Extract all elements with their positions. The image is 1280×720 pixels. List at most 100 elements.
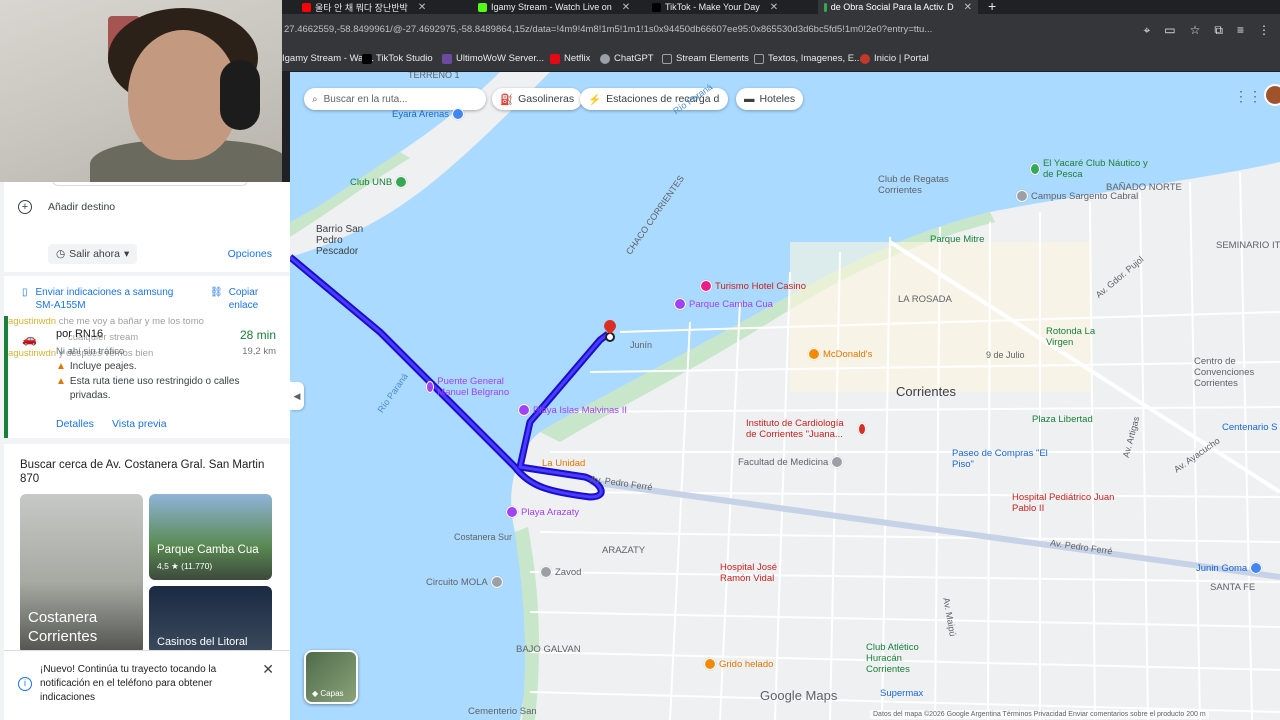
close-tab-icon[interactable]: ✕ [622, 2, 630, 13]
copy-link-button[interactable]: ⛓ Copiar enlace [210, 286, 280, 312]
poi-pin-icon [704, 658, 716, 670]
poi[interactable]: Playa Arazaty [506, 506, 579, 518]
extensions-icon[interactable]: ⧉ [1214, 23, 1223, 38]
layers-button[interactable]: ◆ Capas [304, 650, 358, 704]
tab-3[interactable]: TikTok - Make Your Day ✕ [652, 0, 812, 14]
poi[interactable]: Facultad de Medicina [738, 456, 844, 468]
map-label: 9 de Julio [986, 350, 1025, 360]
chatgpt-icon [600, 53, 610, 64]
bookmarks-bar: Igamy Stream - Wat... TikTok Studio Ulti… [282, 48, 1280, 72]
bookmark-2[interactable]: TikTok Studio [362, 53, 433, 64]
poi[interactable]: Plaza Libertad [1032, 414, 1093, 425]
poi[interactable]: Grido helado [704, 658, 773, 670]
google-maps-logo: Google Maps [760, 688, 838, 703]
new-tab-button[interactable]: + [988, 0, 996, 14]
poi[interactable]: Campus Sargento Cabral [1016, 190, 1138, 202]
info-icon: i [18, 677, 32, 691]
poi[interactable]: Zavod [540, 566, 581, 578]
close-tab-icon[interactable]: ✕ [418, 2, 426, 13]
details-link[interactable]: Detalles [56, 418, 94, 430]
location-icon[interactable]: ⌖ [1144, 23, 1151, 38]
poi[interactable]: Club Atlético Huracán Corrientes [866, 642, 936, 675]
avatar[interactable] [1264, 84, 1280, 106]
poi[interactable]: La Unidad [542, 458, 585, 469]
poi[interactable]: Club de Regatas Corrientes [878, 174, 968, 196]
bookmark-5[interactable]: ChatGPT [600, 53, 654, 64]
poi[interactable]: Centro de Convenciones Corrientes [1194, 356, 1280, 389]
map-canvas[interactable]: ⌕ Buscar en la ruta... ⛽ Gasolineras ⚡ Est… [290, 72, 1280, 720]
send-to-phone-button[interactable]: ▯ Enviar indicaciones a samsung SM-A155M [22, 286, 192, 312]
tiktok-icon [362, 53, 372, 64]
url-text[interactable]: 27.4662559,-58.8499961/@-27.4692975,-58.… [284, 24, 1104, 35]
poi[interactable]: Puente General Manuel Belgrano [426, 376, 526, 398]
bookmark-7[interactable]: Textos, Imagenes, E... [754, 53, 862, 64]
address-bar[interactable]: 27.4662559,-58.8499961/@-27.4692975,-58.… [282, 14, 1280, 48]
bookmark-1[interactable]: Igamy Stream - Wat... [282, 53, 374, 64]
poi[interactable]: Rotonda La Virgen [1046, 326, 1106, 348]
poi-pin-icon [395, 176, 408, 188]
bed-icon: ▬ [744, 93, 755, 105]
poi[interactable]: Playa Islas Malvinas II [518, 404, 627, 416]
map-attribution[interactable]: Datos del mapa ©2026 Google Argentina Té… [870, 710, 1209, 719]
chip-hotels[interactable]: ▬ Hoteles [736, 88, 804, 110]
poi[interactable]: Paseo de Compras "El Piso" [952, 448, 1052, 470]
close-tab-icon[interactable]: ✕ [770, 2, 778, 13]
poi[interactable]: Club UNB [350, 176, 408, 188]
close-tab-icon[interactable]: ✕ [964, 2, 972, 13]
menu-icon[interactable]: ⋮ [1258, 23, 1270, 38]
poi[interactable]: Hospital Pediátrico Juan Pablo II [1012, 492, 1118, 514]
map-label: Costanera Sur [454, 532, 513, 542]
media-icon[interactable]: ≡ [1237, 23, 1244, 38]
poi[interactable]: McDonald's [808, 348, 872, 360]
map-label: LA ROSADA [898, 294, 952, 305]
preview-link[interactable]: Vista previa [112, 418, 167, 430]
chat-message: cualquier stream [68, 332, 139, 343]
poi-pin-icon [452, 108, 465, 120]
collapse-panel-button[interactable]: ◀ [290, 382, 304, 410]
destination-card: + Añadir destino ◷ Salir ahora ▾ Opcione… [4, 182, 290, 272]
poi[interactable]: El Yacaré Club Náutico y de Pesca [1030, 158, 1160, 180]
add-destination-button[interactable]: + Añadir destino [18, 200, 115, 214]
poi[interactable]: Eyará Arenas [392, 108, 465, 120]
tab-strip: 울타 안 채 뭐다 장난반박 ✕ Igamy Stream - Watch Li… [282, 0, 1280, 14]
bookmark-6[interactable]: Stream Elements [662, 53, 749, 64]
tab-2[interactable]: Igamy Stream - Watch Live on ✕ [478, 0, 638, 14]
poi[interactable]: Turismo Hotel Casino [700, 280, 806, 292]
options-button[interactable]: Opciones [228, 248, 272, 260]
poi-pin-icon [700, 280, 712, 292]
poi[interactable]: Centenario S [1222, 422, 1277, 433]
destination-field[interactable] [52, 182, 248, 186]
cast-icon[interactable]: ▭ [1164, 23, 1175, 38]
poi[interactable]: Circuito MOLA [426, 576, 503, 588]
bookmark-4[interactable]: Netflix [550, 53, 590, 64]
map-label: Barrio San Pedro Pescador [316, 224, 364, 257]
depart-time-dropdown[interactable]: ◷ Salir ahora ▾ [48, 244, 138, 264]
chip-gas[interactable]: ⛽ Gasolineras [492, 88, 583, 110]
poi[interactable]: Instituto de Cardiología de Corrientes "… [746, 418, 866, 440]
poi-pin-icon [518, 404, 530, 416]
tab-1[interactable]: 울타 안 채 뭐다 장난반박 ✕ [302, 0, 472, 14]
close-icon[interactable]: ✕ [262, 661, 274, 678]
map-label: Junín [630, 340, 653, 350]
tab-4-active[interactable]: de Obra Social Para la Activ. D ✕ [818, 0, 978, 14]
folder-icon [662, 53, 672, 64]
route-search-input[interactable]: ⌕ Buscar en la ruta... [304, 88, 486, 110]
poi[interactable]: Supermax [880, 688, 923, 699]
poi[interactable]: Cementerio San [468, 706, 537, 717]
place-card-costanera[interactable]: Costanera Corrientes [20, 494, 143, 654]
poi-pin-icon [831, 456, 844, 468]
poi[interactable]: Parque Camba Cua [674, 298, 773, 310]
place-card-casinos[interactable]: Casinos del Litoral [149, 586, 272, 654]
poi-pin-icon [540, 566, 552, 578]
route-card: ▯ Enviar indicaciones a samsung SM-A155M… [4, 276, 290, 438]
poi[interactable]: Parque Mitre [930, 234, 984, 245]
bookmark-8[interactable]: Inicio | Portal [860, 53, 929, 64]
bookmark-3[interactable]: UltimoWoW Server... [442, 53, 544, 64]
poi-pin-icon [1016, 190, 1028, 202]
apps-grid-icon[interactable]: ⋮⋮ [1234, 88, 1262, 105]
poi[interactable]: Hospital José Ramón Vidal [720, 562, 790, 584]
star-icon[interactable]: ☆ [1190, 23, 1201, 38]
place-card-camba-cua[interactable]: Parque Camba Cua 4,5 ★ (11.770) [149, 494, 272, 580]
poi[interactable]: Junin Goma [1196, 562, 1263, 574]
city-label: Corrientes [896, 384, 956, 399]
